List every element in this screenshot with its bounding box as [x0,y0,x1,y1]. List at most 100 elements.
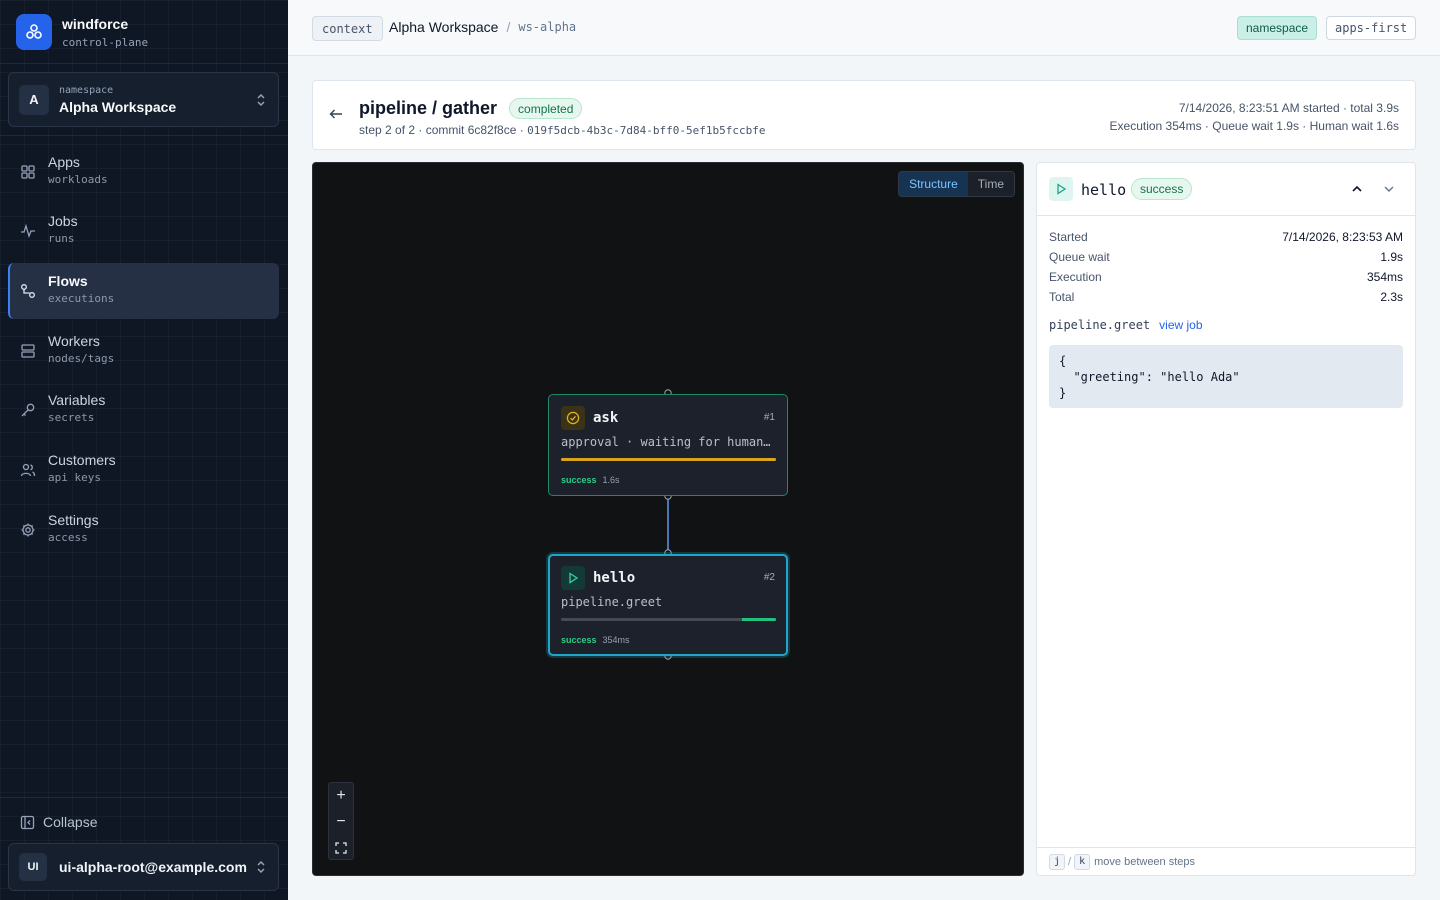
chevron-updown-icon [257,860,265,874]
chevron-down-icon[interactable] [1382,182,1396,196]
detail-value: 2.3s [1380,290,1403,304]
breadcrumb-workspace[interactable]: Alpha Workspace [389,19,498,35]
play-icon [561,566,585,590]
sidebar: windforce control-plane A namespace Alph… [0,0,288,900]
breadcrumb-separator: / [506,19,511,35]
collapse-sidebar-icon [20,815,35,829]
flow-node-hello[interactable]: hello #2 pipeline.greet success 354ms [548,554,788,656]
breadcrumb: Alpha Workspace / ws-alpha [389,19,576,35]
sidebar-item-sub: secrets [48,411,95,424]
zoom-controls: + − [328,782,354,860]
flow-node-ask[interactable]: ask #1 approval · waiting for human… suc… [548,394,788,496]
sidebar-item-apps[interactable]: Apps workloads [8,144,279,200]
sidebar-item-label: Customers [48,452,116,468]
function-name: pipeline.greet [1049,318,1151,332]
sidebar-item-label: Jobs [48,213,78,229]
divider [0,797,288,798]
detail-key: Execution [1049,270,1102,284]
namespace-tag[interactable]: namespace [1237,16,1318,40]
node-description: approval · waiting for human… [561,435,771,449]
user-email: ui-alpha-root@example.com [59,859,247,875]
page-title: pipeline / gather completed [359,98,583,119]
brand-sub: control-plane [62,35,149,49]
breadcrumb-workspace-id: ws-alpha [518,20,577,34]
detail-row-total: Total 2.3s [1049,290,1403,304]
activity-icon [21,223,35,238]
view-job-link[interactable]: view job [1159,318,1202,332]
node-status: success 354ms [561,635,630,645]
sidebar-item-flows[interactable]: Flows executions [8,263,279,319]
node-progress-fill [561,458,776,461]
step-detail-panel: hello success Started 7/14/2026, 8:23:53 … [1036,162,1416,876]
sidebar-item-label: Settings [48,512,99,528]
topbar: context Alpha Workspace / ws-alpha names… [288,0,1440,56]
sidebar-item-customers[interactable]: Customers api keys [8,442,279,498]
run-timing-line1: 7/14/2026, 8:23:51 AM started · total 3.… [1178,101,1399,115]
collapse-button[interactable]: Collapse [20,814,97,830]
run-timing-line2: Execution 354ms · Queue wait 1.9s · Huma… [1109,119,1399,133]
node-progress [561,618,776,621]
node-number: #2 [763,572,775,583]
flow-canvas[interactable]: Structure Time ask #1 approval · waiting… [312,162,1024,876]
zoom-in-button[interactable]: + [329,783,353,809]
detail-key: Total [1049,290,1075,304]
sidebar-item-sub: executions [48,292,115,305]
sidebar-item-label: Workers [48,333,100,349]
keyboard-hint: j / k move between steps [1037,847,1415,875]
user-menu[interactable]: UI ui-alpha-root@example.com [8,843,279,891]
detail-row-execution: Execution 354ms [1049,270,1403,284]
status-badge: success [1131,178,1193,200]
avatar: UI [19,853,47,881]
key-icon [21,403,35,417]
step-title: hello [1081,181,1127,199]
kbd-key: j [1049,853,1066,870]
fit-view-button[interactable] [329,835,353,861]
sidebar-item-jobs[interactable]: Jobs runs [8,203,279,259]
sidebar-item-sub: workloads [48,173,108,186]
run-subtitle: step 2 of 2 · commit 6c82f8ce · 019f5dcb… [359,123,766,137]
chevron-up-icon[interactable] [1350,182,1364,196]
collapse-label: Collapse [43,814,98,830]
mode-tag[interactable]: apps-first [1326,16,1417,40]
step-output-json: { "greeting": "hello Ada" } [1049,345,1403,408]
namespace-label: namespace [59,84,114,96]
divider [0,63,288,64]
brand[interactable]: windforce control-plane [16,14,148,50]
detail-row-queue-wait: Queue wait 1.9s [1049,250,1403,264]
namespace-select[interactable]: A namespace Alpha Workspace [8,72,279,127]
sidebar-item-sub: access [48,531,88,544]
run-timing: 7/14/2026, 8:23:51 AM started · total 3.… [1110,99,1399,135]
keyboard-hint-text: move between steps [1094,855,1196,868]
kbd-separator: / [1068,855,1072,868]
sidebar-item-workers[interactable]: Workers nodes/tags [8,323,279,379]
node-name: hello [593,570,636,586]
sidebar-item-settings[interactable]: Settings access [8,502,279,558]
node-progress [561,458,776,461]
node-status: success 1.6s [561,475,620,485]
detail-value: 354ms [1366,270,1403,284]
node-duration: 354ms [602,635,630,645]
sidebar-item-variables[interactable]: Variables secrets [8,382,279,438]
divider [0,135,288,136]
step-function: pipeline.greet view job [1049,318,1203,332]
sidebar-item-label: Variables [48,392,106,408]
detail-value: 7/14/2026, 8:23:53 AM [1282,230,1403,244]
context-chip[interactable]: context [312,16,383,41]
server-icon [21,344,35,358]
status-badge: completed [509,98,583,119]
chevron-updown-icon [257,93,265,106]
run-id: 019f5dcb-4b3c-7d84-bff0-5ef1b5fccbfe [527,124,766,137]
namespace-name: Alpha Workspace [59,98,177,115]
detail-key: Started [1049,230,1088,244]
zoom-out-button[interactable]: − [329,809,353,835]
node-status-text: success [561,635,597,645]
node-description: pipeline.greet [561,595,663,609]
kbd-key: k [1074,853,1091,870]
back-arrow-icon[interactable] [329,107,343,121]
fit-view-icon [335,842,347,854]
run-step-text: step 2 of 2 · commit 6c82f8ce · [359,123,528,137]
run-title-text: pipeline / gather [359,98,498,118]
clock-check-icon [561,406,585,430]
detail-value: 1.9s [1380,250,1403,264]
sidebar-item-sub: runs [48,232,75,245]
